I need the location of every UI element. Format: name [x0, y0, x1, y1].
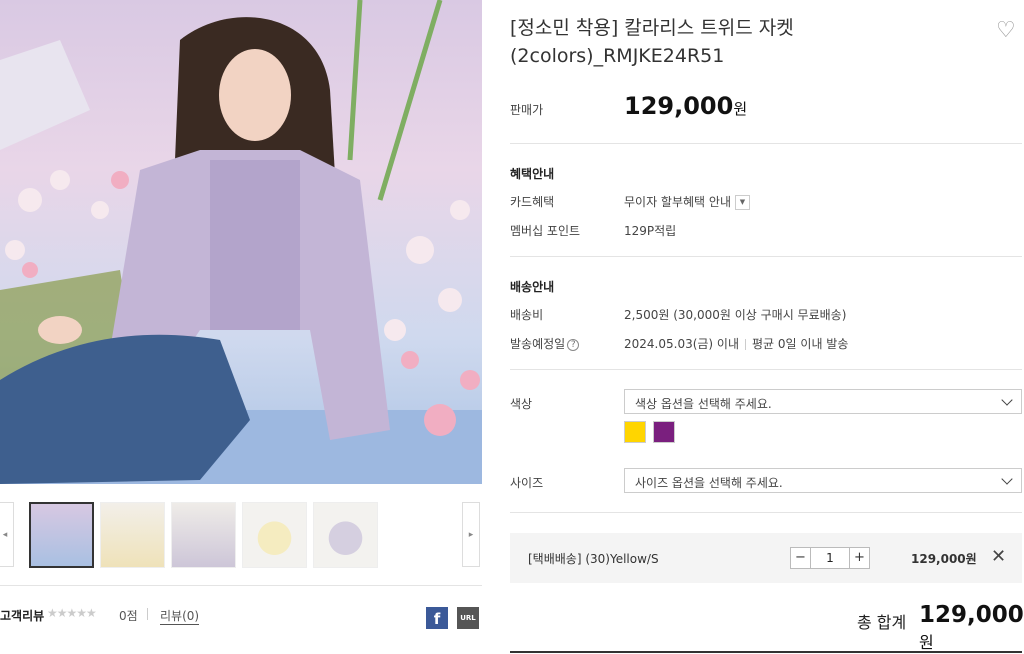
- membership-point-value: 129P적립: [624, 224, 677, 238]
- chevron-down-icon: [1001, 473, 1013, 485]
- chevron-down-icon: [1001, 394, 1013, 406]
- quantity-stepper: − 1 +: [790, 547, 870, 569]
- divider: [147, 608, 148, 620]
- product-price: 129,000원: [624, 92, 747, 120]
- thumb-next-button[interactable]: ▸: [462, 502, 480, 567]
- facebook-share-icon[interactable]: f: [426, 607, 448, 629]
- total-price: 129,000 원: [919, 602, 1024, 654]
- product-title: [정소민 착용] 칼라리스 트위드 자켓(2colors)_RMJKE24R51: [510, 17, 794, 67]
- quantity-input[interactable]: 1: [811, 548, 849, 568]
- price-label: 판매가: [510, 103, 544, 117]
- ship-date-text: 2024.05.03(금) 이내: [624, 337, 740, 351]
- question-icon[interactable]: ?: [567, 338, 580, 351]
- product-info: [정소민 착용] 칼라리스 트위드 자켓(2colors)_RMJKE24R51…: [510, 0, 1024, 653]
- thumbnail-1[interactable]: [29, 502, 94, 568]
- size-select[interactable]: 사이즈 옵션을 선택해 주세요.: [624, 468, 1022, 493]
- total-label: 총 합계: [857, 613, 907, 632]
- thumbnail-2[interactable]: [100, 502, 165, 568]
- card-benefit-label: 카드혜택: [510, 195, 555, 209]
- divider: [510, 512, 1022, 513]
- quantity-minus-button[interactable]: −: [791, 548, 811, 568]
- benefits-title: 혜택안내: [510, 167, 555, 181]
- thumbnail-5[interactable]: [313, 502, 378, 568]
- color-label: 색상: [510, 397, 533, 411]
- review-title: 고객리뷰: [0, 609, 45, 623]
- color-select[interactable]: 색상 옵션을 선택해 주세요.: [624, 389, 1022, 414]
- divider: [510, 256, 1022, 257]
- product-gallery: ◂ ▸ 고객리뷰 ★★★★★ 0점 리뷰(0) f URL: [0, 0, 482, 653]
- review-count-link[interactable]: 리뷰(0): [160, 607, 200, 625]
- membership-point-label: 멤버십 포인트: [510, 224, 581, 238]
- rating-stars: ★★★★★: [47, 606, 97, 620]
- thumbnail-4[interactable]: [242, 502, 307, 568]
- main-product-image[interactable]: [0, 0, 482, 484]
- thumb-prev-button[interactable]: ◂: [0, 502, 14, 567]
- color-select-text: 색상 옵션을 선택해 주세요.: [635, 397, 772, 411]
- review-bar: 고객리뷰 ★★★★★ 0점 리뷰(0) f URL: [0, 585, 482, 653]
- heart-icon[interactable]: ♡: [996, 18, 1016, 43]
- divider: [510, 143, 1022, 144]
- selected-option-price: 129,000원: [911, 552, 977, 566]
- divider: [510, 369, 1022, 370]
- shipping-fee-label: 배송비: [510, 308, 544, 322]
- ship-date-label: 발송예정일?: [510, 335, 580, 352]
- ship-avg-text: 평균 0일 이내 발송: [752, 337, 849, 351]
- card-benefit-value: 무이자 할부혜택 안내 ▼: [624, 193, 750, 210]
- selected-option-name: [택배배송] (30)Yellow/S: [528, 552, 659, 566]
- close-icon[interactable]: ✕: [991, 546, 1006, 567]
- price-value: 129,000: [624, 92, 734, 120]
- shipping-fee-value: 2,500원 (30,000원 이상 구매시 무료배송): [624, 308, 847, 322]
- ship-date-label-text: 발송예정일: [510, 337, 566, 351]
- card-benefit-text: 무이자 할부혜택 안내: [624, 195, 731, 209]
- selected-option-row: [택배배송] (30)Yellow/S − 1 + 129,000원 ✕: [510, 533, 1022, 583]
- divider: [745, 339, 747, 350]
- total-price-value: 129,000: [919, 602, 1024, 628]
- delivery-title: 배송안내: [510, 280, 555, 294]
- url-copy-icon[interactable]: URL: [457, 607, 479, 629]
- color-swatch-yellow[interactable]: [624, 421, 646, 443]
- thumbnail-3[interactable]: [171, 502, 236, 568]
- review-score: 0점: [119, 609, 138, 623]
- size-label: 사이즈: [510, 476, 544, 490]
- total-price-unit: 원: [919, 633, 934, 652]
- chevron-down-icon[interactable]: ▼: [735, 195, 750, 210]
- size-select-text: 사이즈 옵션을 선택해 주세요.: [635, 476, 783, 490]
- price-unit: 원: [733, 100, 748, 118]
- color-swatch-purple[interactable]: [653, 421, 675, 443]
- quantity-plus-button[interactable]: +: [849, 548, 869, 568]
- thumbnail-strip: ◂ ▸: [0, 501, 482, 569]
- ship-date-value: 2024.05.03(금) 이내 평균 0일 이내 발송: [624, 335, 848, 352]
